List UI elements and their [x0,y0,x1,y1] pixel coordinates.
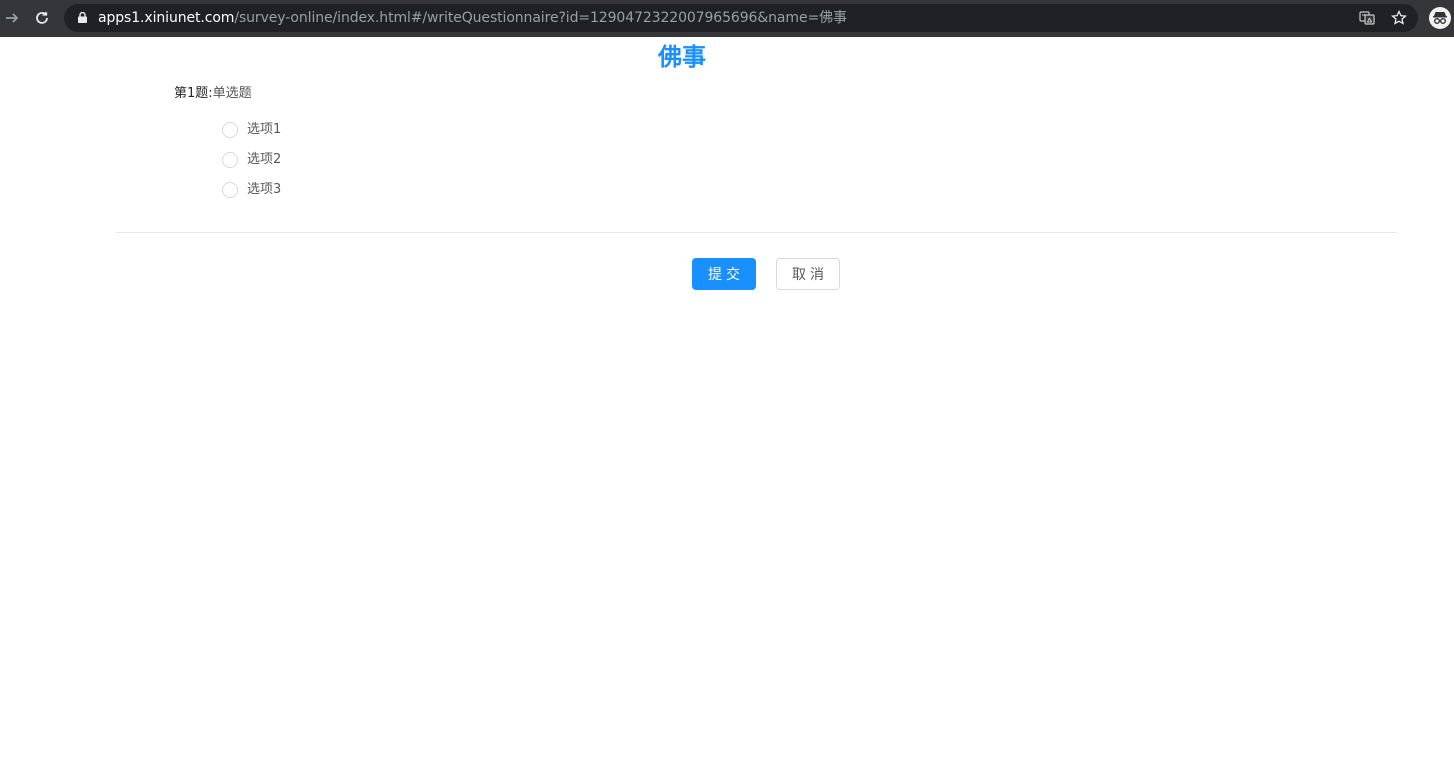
cancel-button[interactable]: 取消 [776,258,840,290]
reload-icon[interactable] [30,6,54,30]
question-number: 第1题: [174,86,213,101]
submit-button[interactable]: 提交 [692,258,756,290]
translate-icon[interactable] [1358,9,1376,27]
page-title: 佛事 [658,43,706,71]
radio-option-1[interactable]: 选项1 [222,120,281,140]
option-label: 选项1 [247,122,282,137]
radio-button[interactable] [222,182,238,198]
bookmark-star-icon[interactable] [1390,9,1408,27]
url-path: /survey-online/index.html#/writeQuestion… [234,10,847,26]
url-text[interactable]: apps1.xiniunet.com/survey-online/index.h… [98,4,847,32]
option-label: 选项2 [247,152,282,167]
address-bar[interactable]: apps1.xiniunet.com/survey-online/index.h… [64,4,1418,32]
question-type: 单选题 [212,86,252,101]
question-label: 第1题:单选题 [174,85,252,103]
lock-icon [78,12,87,23]
radio-button[interactable] [222,152,238,168]
radio-button[interactable] [222,122,238,138]
url-host: apps1.xiniunet.com [98,10,235,26]
radio-option-2[interactable]: 选项2 [222,150,281,170]
forward-icon[interactable] [0,6,24,30]
divider [116,232,1397,233]
radio-option-3[interactable]: 选项3 [222,180,281,200]
option-label: 选项3 [247,182,282,197]
browser-toolbar: apps1.xiniunet.com/survey-online/index.h… [0,0,1454,37]
incognito-icon[interactable] [1429,7,1451,29]
